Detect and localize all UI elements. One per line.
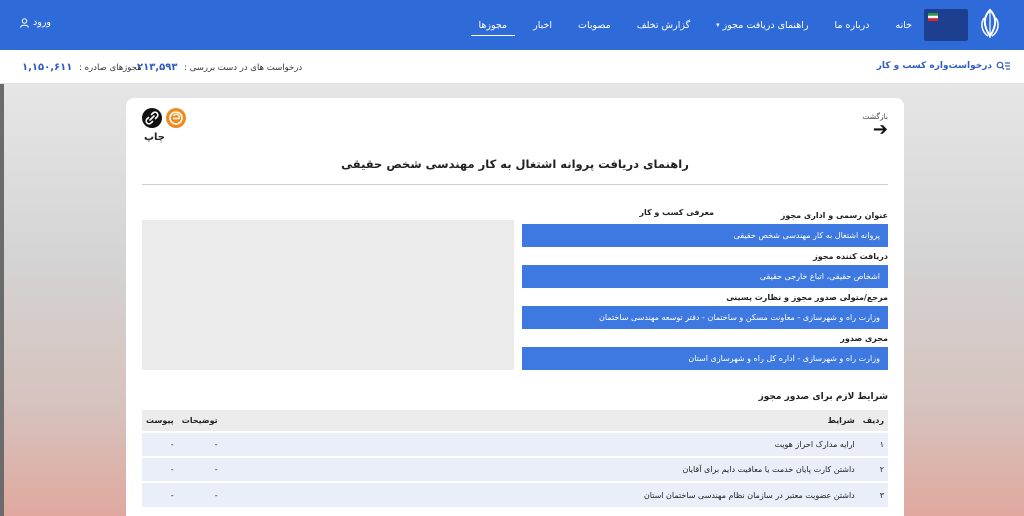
iran-emblem-icon bbox=[981, 8, 999, 38]
nav-news[interactable]: اخبار bbox=[533, 0, 552, 50]
copy-link-button[interactable] bbox=[142, 108, 162, 128]
row-description: - bbox=[177, 481, 222, 507]
row-attachment: - bbox=[142, 431, 178, 457]
page-title: راهنمای دریافت پروانه اشتغال به کار مهند… bbox=[341, 157, 689, 171]
pending-requests-value: ۲۱۳,۵۹۳ bbox=[137, 62, 178, 73]
field-value-executor: وزارت راه و شهرسازی - اداره کل راه و شهر… bbox=[522, 347, 888, 370]
eitaa-share-button[interactable] bbox=[166, 108, 186, 128]
nav-menu: خانه درباره ما راهنمای دریافت مجوز ▾ گزار… bbox=[453, 0, 912, 50]
table-row: ۲ داشتن کارت پایان خدمت یا معافیت دایم ب… bbox=[142, 456, 888, 482]
business-intro-box bbox=[142, 220, 514, 370]
row-description: - bbox=[177, 431, 222, 457]
header-num: ردیف bbox=[858, 410, 888, 432]
nav-resolutions[interactable]: مصوبات bbox=[578, 0, 611, 50]
title-divider bbox=[142, 184, 888, 185]
nav-license-guide[interactable]: راهنمای دریافت مجوز ▾ bbox=[716, 0, 808, 50]
gov-portal-badge bbox=[924, 9, 968, 41]
top-navbar: خانه درباره ما راهنمای دریافت مجوز ▾ گزار… bbox=[0, 0, 1024, 50]
caret-down-icon: ▾ bbox=[716, 21, 720, 29]
stats-bar: درخواست‌واره کسب و کار درخواست های در دس… bbox=[0, 50, 1024, 84]
row-condition: ارایه مدارک احراز هویت bbox=[221, 431, 859, 457]
license-guide-card: بازگشت ➔ چاپ راهنمای دریافت پروانه اشتغا… bbox=[126, 98, 904, 516]
nav-home-label: خانه bbox=[895, 19, 912, 31]
arrow-right-icon: ➔ bbox=[872, 119, 888, 140]
search-list-icon bbox=[996, 61, 1010, 70]
field-label-recipient: دریافت کننده مجوز bbox=[813, 252, 888, 261]
nav-licenses-label: مجوزها bbox=[478, 19, 508, 31]
nav-report-violation[interactable]: گزارش تخلف bbox=[637, 0, 690, 50]
business-request-link[interactable]: درخواست‌واره کسب و کار bbox=[877, 61, 1010, 71]
nav-resolutions-label: مصوبات bbox=[578, 19, 611, 31]
nav-license-guide-label: راهنمای دریافت مجوز bbox=[722, 19, 809, 31]
business-request-label: درخواست‌واره کسب و کار bbox=[876, 61, 992, 71]
field-label-executor: مجری صدور bbox=[840, 334, 888, 343]
issued-licenses-stat: مجوزهای صادره : ۱,۱۵۰,۶۱۱ bbox=[22, 62, 142, 73]
row-num: ۳ bbox=[858, 481, 888, 507]
nav-report-violation-label: گزارش تخلف bbox=[636, 19, 691, 31]
requirements-title: شرایط لازم برای صدور مجوز bbox=[758, 392, 888, 402]
row-num: ۲ bbox=[858, 456, 888, 482]
business-intro-label: معرفی کسب و کار bbox=[639, 208, 714, 217]
login-button[interactable]: ورود bbox=[20, 17, 51, 28]
row-num: ۱ bbox=[858, 431, 888, 457]
table-row: ۱ ارایه مدارک احراز هویت - - bbox=[142, 431, 888, 457]
header-description: توضیحات bbox=[177, 410, 222, 432]
nav-licenses[interactable]: مجوزها bbox=[470, 0, 515, 50]
issued-licenses-value: ۱,۱۵۰,۶۱۱ bbox=[22, 62, 73, 73]
print-button[interactable]: چاپ bbox=[144, 132, 165, 143]
eitaa-icon bbox=[169, 111, 183, 125]
login-label: ورود bbox=[33, 17, 51, 28]
row-condition: داشتن کارت پایان خدمت یا معافیت دایم برا… bbox=[221, 456, 859, 482]
field-value-issuing-authority: وزارت راه و شهرسازی - معاونت مسکن و ساخت… bbox=[522, 306, 888, 329]
back-button[interactable]: بازگشت ➔ bbox=[862, 112, 888, 140]
user-icon bbox=[20, 17, 29, 28]
nav-news-label: اخبار bbox=[533, 19, 553, 31]
row-condition: داشتن عضویت معتبر در سازمان نظام مهندسی … bbox=[221, 481, 859, 507]
header-attachment: پیوست bbox=[142, 410, 178, 432]
header-condition: شرایط bbox=[221, 410, 859, 432]
field-value-recipient: اشخاص حقیقی، اتباع خارجی حقیقی bbox=[522, 265, 888, 288]
table-header-row: ردیف شرایط توضیحات پیوست bbox=[142, 410, 888, 432]
requirements-table: ردیف شرایط توضیحات پیوست ۱ ارایه مدارک ا… bbox=[142, 410, 888, 507]
pending-requests-label: درخواست های در دست بررسی : bbox=[184, 63, 303, 73]
license-info-fields: عنوان رسمی و اداری مجوز پروانه اشتغال به… bbox=[522, 206, 888, 370]
site-logo[interactable] bbox=[922, 6, 1008, 44]
field-value-official-title: پروانه اشتغال به کار مهندسی شخص حقیقی bbox=[522, 224, 888, 247]
link-icon bbox=[145, 111, 159, 125]
nav-about[interactable]: درباره ما bbox=[835, 0, 870, 50]
row-attachment: - bbox=[142, 456, 178, 482]
row-description: - bbox=[177, 456, 222, 482]
field-label-issuing-authority: مرجع/متولی صدور مجوز و نظارت پسینی bbox=[726, 293, 888, 302]
issued-licenses-label: مجوزهای صادره : bbox=[79, 63, 142, 73]
row-attachment: - bbox=[142, 481, 178, 507]
nav-about-label: درباره ما bbox=[834, 19, 870, 31]
flag-icon bbox=[928, 13, 938, 21]
pending-requests-stat: درخواست های در دست بررسی : ۲۱۳,۵۹۳ bbox=[137, 62, 302, 73]
table-row: ۳ داشتن عضویت معتبر در سازمان نظام مهندس… bbox=[142, 481, 888, 507]
nav-home[interactable]: خانه bbox=[895, 0, 912, 50]
